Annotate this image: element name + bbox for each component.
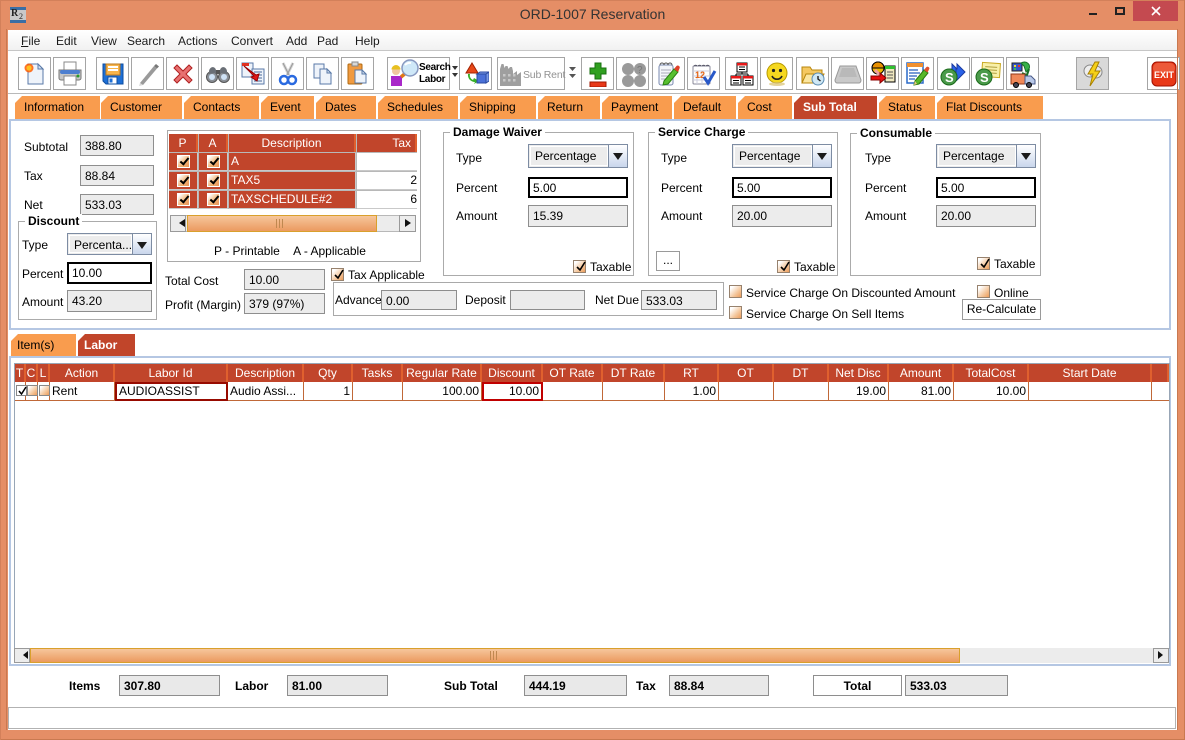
svg-text:S: S [945,70,954,85]
svg-text:?: ? [637,65,643,76]
svg-text:EXIT: EXIT [1154,70,1175,80]
svg-text:S: S [980,70,989,85]
